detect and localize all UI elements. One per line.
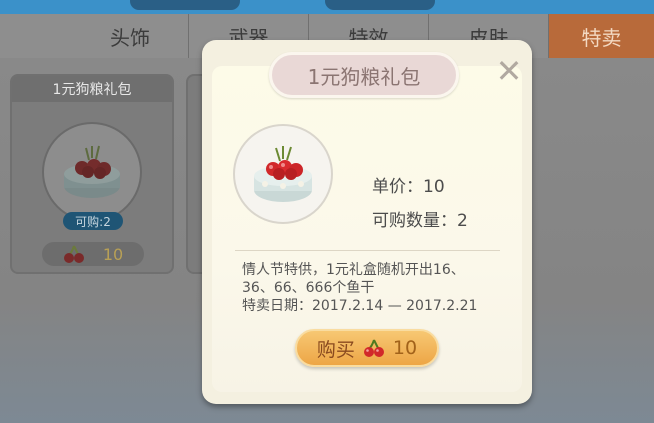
- buy-label: 购买: [316, 338, 355, 361]
- cherry-icon: [63, 245, 84, 263]
- card-item-frame: [42, 122, 142, 222]
- buy-price: 10: [392, 337, 418, 359]
- buy-button[interactable]: 购买 10: [295, 329, 439, 367]
- close-icon[interactable]: ✕: [494, 55, 524, 87]
- cherry-bowl-icon: [64, 145, 120, 198]
- card-title: 1元狗粮礼包: [12, 76, 172, 102]
- top-pill-left: [130, 0, 240, 10]
- tab-special-sale[interactable]: 特卖: [548, 14, 654, 58]
- cherry-bowl-icon: [254, 146, 312, 202]
- divider: [235, 250, 500, 251]
- purchase-quantity: 可购数量：2: [372, 211, 468, 231]
- card-price-button[interactable]: 10: [42, 242, 144, 266]
- cherry-icon: [363, 339, 384, 357]
- unit-price: 单价：10: [372, 177, 445, 197]
- card-price-value: 10: [102, 244, 124, 264]
- description-line-2: 36、66、666个鱼干: [242, 280, 375, 296]
- purchase-limit-badge: 可购:2: [63, 212, 123, 230]
- dialog-content: 单价：10 可购数量：2 情人节特供，1元礼盒随机开出16、 36、66、666…: [212, 66, 522, 392]
- description-line-1: 情人节特供，1元礼盒随机开出16、: [242, 262, 465, 278]
- purchase-dialog: 单价：10 可购数量：2 情人节特供，1元礼盒随机开出16、 36、66、666…: [202, 40, 532, 404]
- dialog-item-frame: [233, 124, 333, 224]
- product-card[interactable]: 1元狗粮礼包 可购:2 10: [10, 74, 174, 274]
- top-pill-right: [325, 0, 435, 10]
- sale-dates: 特卖日期：2017.2.14 — 2017.2.21: [242, 298, 478, 314]
- tab-headwear[interactable]: 头饰: [0, 14, 188, 58]
- dialog-title: 1元狗粮礼包: [269, 52, 459, 98]
